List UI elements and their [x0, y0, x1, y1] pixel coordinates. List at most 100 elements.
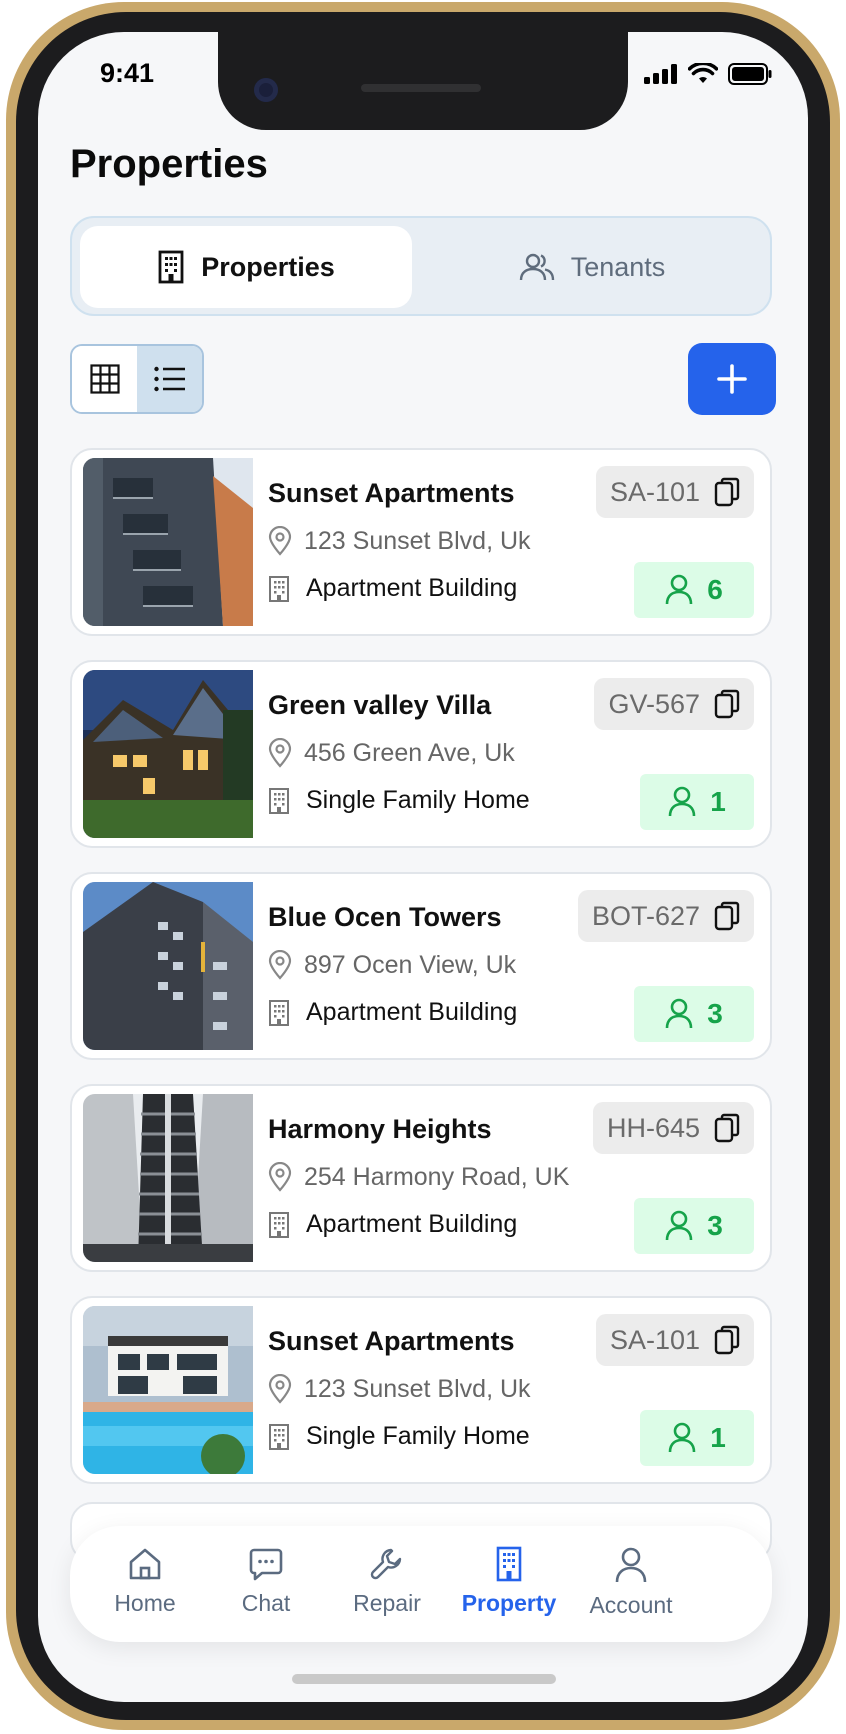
property-card[interactable]: Harmony Heights HH-645 254 Harmony Road,… — [70, 1084, 772, 1272]
property-address-row: 123 Sunset Blvd, Uk — [268, 526, 531, 556]
building-icon — [269, 1211, 289, 1238]
property-code-badge[interactable]: GV-567 — [594, 678, 754, 730]
copy-icon — [714, 901, 740, 931]
property-type-row: Apartment Building — [268, 1210, 517, 1239]
property-type-row: Single Family Home — [268, 1422, 530, 1451]
tab-properties-label: Properties — [201, 251, 335, 282]
nav-property-label: Property — [461, 1590, 557, 1616]
tenant-count-badge[interactable]: 3 — [634, 986, 754, 1042]
property-card[interactable]: Green valley Villa GV-567 456 Green Ave,… — [70, 660, 772, 848]
nav-chat-label: Chat — [241, 1590, 291, 1616]
property-photo — [83, 1306, 253, 1474]
tenant-count-badge[interactable]: 6 — [634, 562, 754, 618]
map-pin-icon — [268, 1374, 292, 1404]
property-photo — [83, 458, 253, 626]
property-code: GV-567 — [608, 688, 700, 719]
user-icon — [615, 1547, 647, 1583]
copy-icon — [714, 689, 740, 719]
property-address-row: 123 Sunset Blvd, Uk — [268, 1374, 531, 1404]
wifi-icon — [688, 63, 718, 83]
map-pin-icon — [268, 526, 292, 556]
property-address: 897 Ocen View, Uk — [304, 950, 517, 979]
property-type: Single Family Home — [306, 786, 530, 814]
user-icon — [665, 998, 693, 1029]
app-screen: 9:41 Properties Properties Tenants Sunse… — [38, 32, 808, 1702]
home-icon — [129, 1548, 161, 1580]
wrench-icon — [370, 1548, 402, 1580]
status-time: 9:41 — [100, 58, 155, 88]
chat-icon — [249, 1548, 283, 1581]
property-address: 123 Sunset Blvd, Uk — [304, 526, 531, 555]
nav-repair[interactable]: Repair — [322, 1546, 452, 1617]
copy-icon — [714, 1113, 740, 1143]
list-view-icon — [153, 366, 185, 392]
grid-view-button[interactable] — [72, 346, 137, 412]
property-code: SA-101 — [609, 476, 700, 507]
nav-account[interactable]: Account — [566, 1546, 696, 1619]
users-icon — [519, 253, 554, 281]
battery-icon — [728, 63, 772, 85]
copy-icon — [714, 1325, 740, 1355]
property-name: Sunset Apartments — [268, 478, 515, 508]
nav-account-label: Account — [589, 1592, 673, 1618]
property-code-badge[interactable]: HH-645 — [592, 1102, 754, 1154]
building-icon — [269, 1423, 289, 1450]
tab-properties[interactable]: Properties — [80, 226, 412, 308]
property-code: HH-645 — [606, 1112, 700, 1143]
nav-home[interactable]: Home — [80, 1546, 210, 1617]
status-icons — [644, 63, 772, 85]
property-code-badge[interactable]: SA-101 — [595, 466, 754, 518]
property-address: 254 Harmony Road, UK — [304, 1162, 570, 1191]
property-type-row: Single Family Home — [268, 786, 530, 815]
user-icon — [668, 1422, 696, 1453]
notch — [218, 32, 628, 130]
nav-chat[interactable]: Chat — [201, 1546, 331, 1617]
add-property-button[interactable] — [688, 343, 776, 415]
map-pin-icon — [268, 950, 292, 980]
building-icon — [269, 787, 289, 814]
property-card[interactable]: Sunset Apartments SA-101 123 Sunset Blvd… — [70, 1296, 772, 1484]
property-code-badge[interactable]: SA-101 — [595, 1314, 754, 1366]
building-icon — [269, 999, 289, 1026]
segment-control: Properties Tenants — [70, 216, 772, 316]
view-toggle — [70, 344, 204, 414]
property-address-row: 456 Green Ave, Uk — [268, 738, 515, 768]
property-type-row: Apartment Building — [268, 998, 517, 1027]
property-type-row: Apartment Building — [268, 574, 517, 603]
property-code: BOT-627 — [591, 900, 700, 931]
building-icon — [269, 575, 289, 602]
user-icon — [668, 786, 696, 817]
tenant-count: 1 — [710, 1422, 726, 1453]
property-address-row: 254 Harmony Road, UK — [268, 1162, 569, 1192]
speaker — [361, 84, 481, 92]
property-card[interactable]: Sunset Apartments SA-101 123 Sunset Blvd… — [70, 448, 772, 636]
signal-icon — [644, 64, 677, 84]
tenant-count-badge[interactable]: 1 — [640, 1410, 754, 1466]
property-name: Blue Ocen Towers — [268, 902, 502, 932]
home-indicator — [292, 1674, 556, 1684]
list-view-button[interactable] — [137, 346, 202, 412]
property-address-row: 897 Ocen View, Uk — [268, 950, 516, 980]
nav-property[interactable]: Property — [444, 1546, 574, 1617]
plus-icon — [717, 364, 747, 394]
property-photo — [83, 882, 253, 1050]
tenant-count-badge[interactable]: 1 — [640, 774, 754, 830]
property-card[interactable]: Blue Ocen Towers BOT-627 897 Ocen View, … — [70, 872, 772, 1060]
property-address: 123 Sunset Blvd, Uk — [304, 1374, 531, 1403]
property-code-badge[interactable]: BOT-627 — [577, 890, 754, 942]
tenant-count: 3 — [707, 1210, 723, 1241]
tenant-count: 3 — [707, 998, 723, 1029]
property-type: Single Family Home — [306, 1422, 530, 1450]
property-name: Green valley Villa — [268, 690, 492, 720]
camera — [254, 78, 278, 102]
tenant-count-badge[interactable]: 3 — [634, 1198, 754, 1254]
building-icon — [158, 250, 184, 284]
user-icon — [665, 574, 693, 605]
tenant-count: 1 — [710, 786, 726, 817]
copy-icon — [714, 477, 740, 507]
tab-tenants[interactable]: Tenants — [426, 226, 758, 308]
grid-view-icon — [89, 364, 120, 394]
building-icon — [496, 1546, 522, 1582]
property-type: Apartment Building — [306, 574, 518, 602]
property-name: Harmony Heights — [268, 1114, 492, 1144]
